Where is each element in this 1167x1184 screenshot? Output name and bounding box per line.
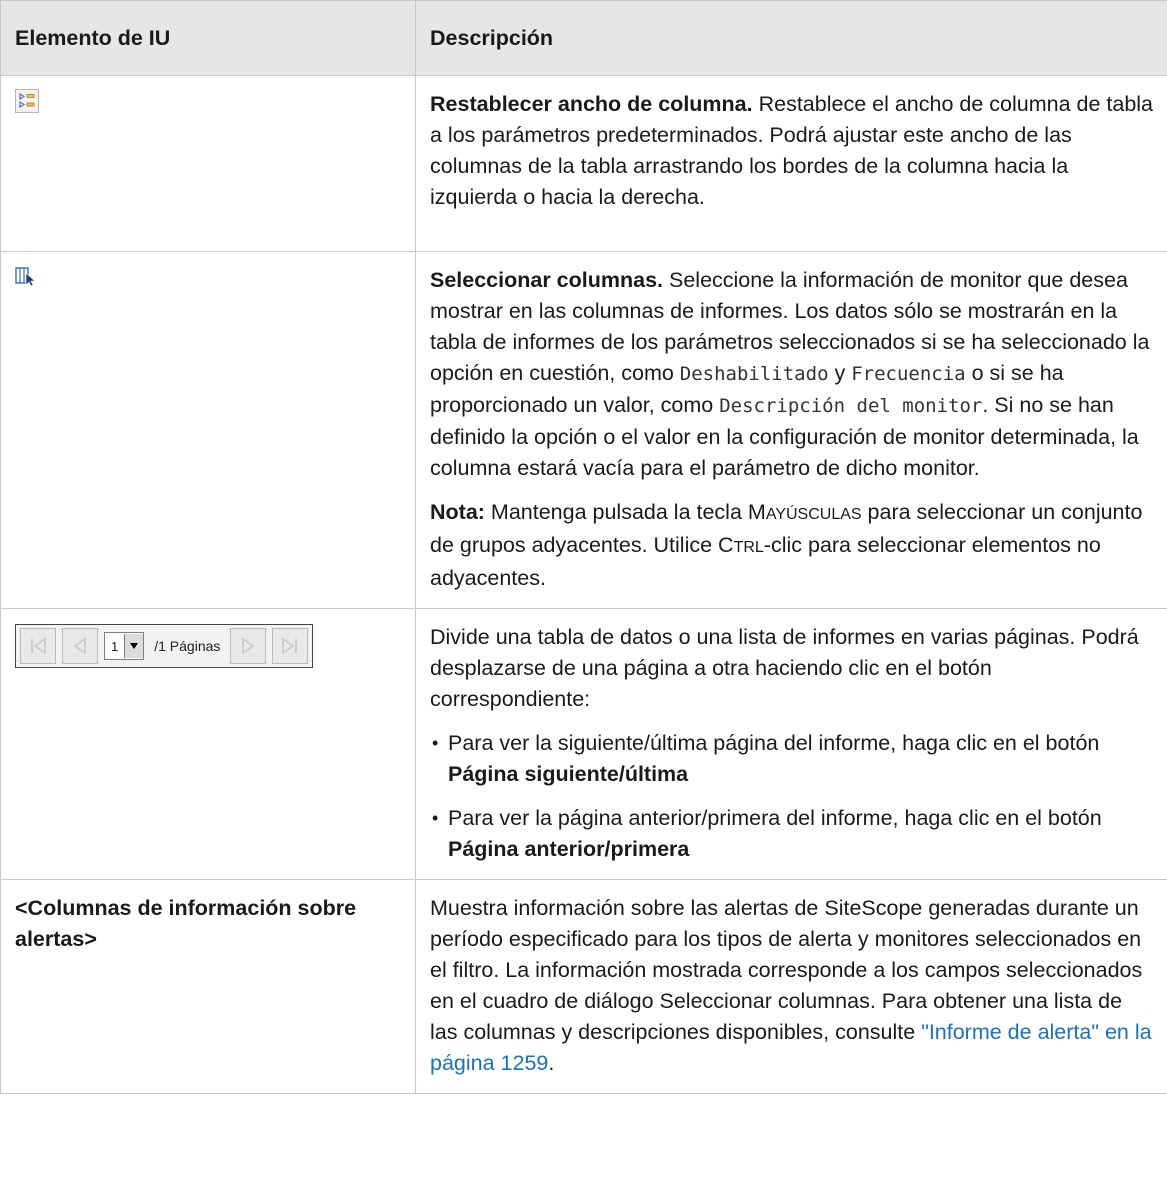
table-row: <Columnas de información sobre alertas> … (0, 879, 1167, 1094)
ui-elements-table: Elemento de IU Descripción Restablecer a… (0, 0, 1167, 1094)
pager-bullet-list: Para ver la siguiente/última página del … (430, 728, 1155, 865)
list-item: Para ver la página anterior/primera del … (432, 803, 1155, 865)
ui-element-cell: 1 /1 Páginas (0, 608, 416, 880)
pagination-control: 1 /1 Páginas (15, 624, 314, 668)
first-page-button[interactable] (20, 628, 56, 664)
next-page-icon (242, 637, 255, 655)
description-cell: Muestra información sobre las alertas de… (415, 879, 1167, 1094)
pages-label: /1 Páginas (154, 637, 221, 654)
select-columns-title: Seleccionar columnas. (430, 268, 664, 292)
last-page-button[interactable] (272, 628, 309, 664)
list-item: Para ver la siguiente/última página del … (432, 728, 1155, 790)
ui-element-cell (0, 251, 416, 609)
table-header-row: Elemento de IU Descripción (0, 0, 1167, 76)
key-shift: MAYÚSCULAS (747, 500, 862, 524)
alert-info-columns-label: <Columnas de información sobre alertas> (0, 879, 416, 1094)
note-text-a: Mantenga pulsada la tecla (484, 500, 748, 524)
reset-column-width-icon[interactable] (15, 89, 39, 122)
select-columns-icon[interactable] (15, 265, 37, 296)
last-page-icon (282, 637, 298, 655)
ui-element-cell (0, 75, 416, 252)
select-columns-text-b: y (828, 361, 852, 385)
first-page-icon (31, 637, 46, 655)
page-select[interactable]: 1 (104, 632, 145, 660)
header-description: Descripción (415, 0, 1167, 76)
pager-intro: Divide una tabla de datos o una lista de… (430, 625, 1139, 711)
page-select-value: 1 (111, 638, 119, 654)
note-label: Nota: (430, 500, 485, 524)
table-row: Seleccionar columnas. Seleccione la info… (0, 251, 1167, 609)
key-ctrl: CTRL (718, 533, 764, 557)
description-cell: Seleccionar columnas. Seleccione la info… (415, 251, 1167, 609)
description-cell: Restablecer ancho de columna. Restablece… (415, 75, 1167, 252)
code-frequency: Frecuencia (851, 363, 966, 385)
description-cell: Divide una tabla de datos o una lista de… (415, 608, 1167, 880)
table-row: 1 /1 Páginas Divide una tabla de datos o… (0, 608, 1167, 880)
next-page-button[interactable] (230, 628, 267, 664)
code-disabled: Deshabilitado (679, 363, 829, 385)
table-row: Restablecer ancho de columna. Restablece… (0, 75, 1167, 252)
chevron-down-icon[interactable] (124, 634, 144, 658)
previous-page-icon (73, 637, 86, 655)
reset-column-width-title: Restablecer ancho de columna. (430, 92, 753, 116)
code-monitor-description: Descripción del monitor (719, 395, 983, 417)
previous-page-button[interactable] (62, 628, 98, 664)
header-ui-element: Elemento de IU (0, 0, 416, 76)
